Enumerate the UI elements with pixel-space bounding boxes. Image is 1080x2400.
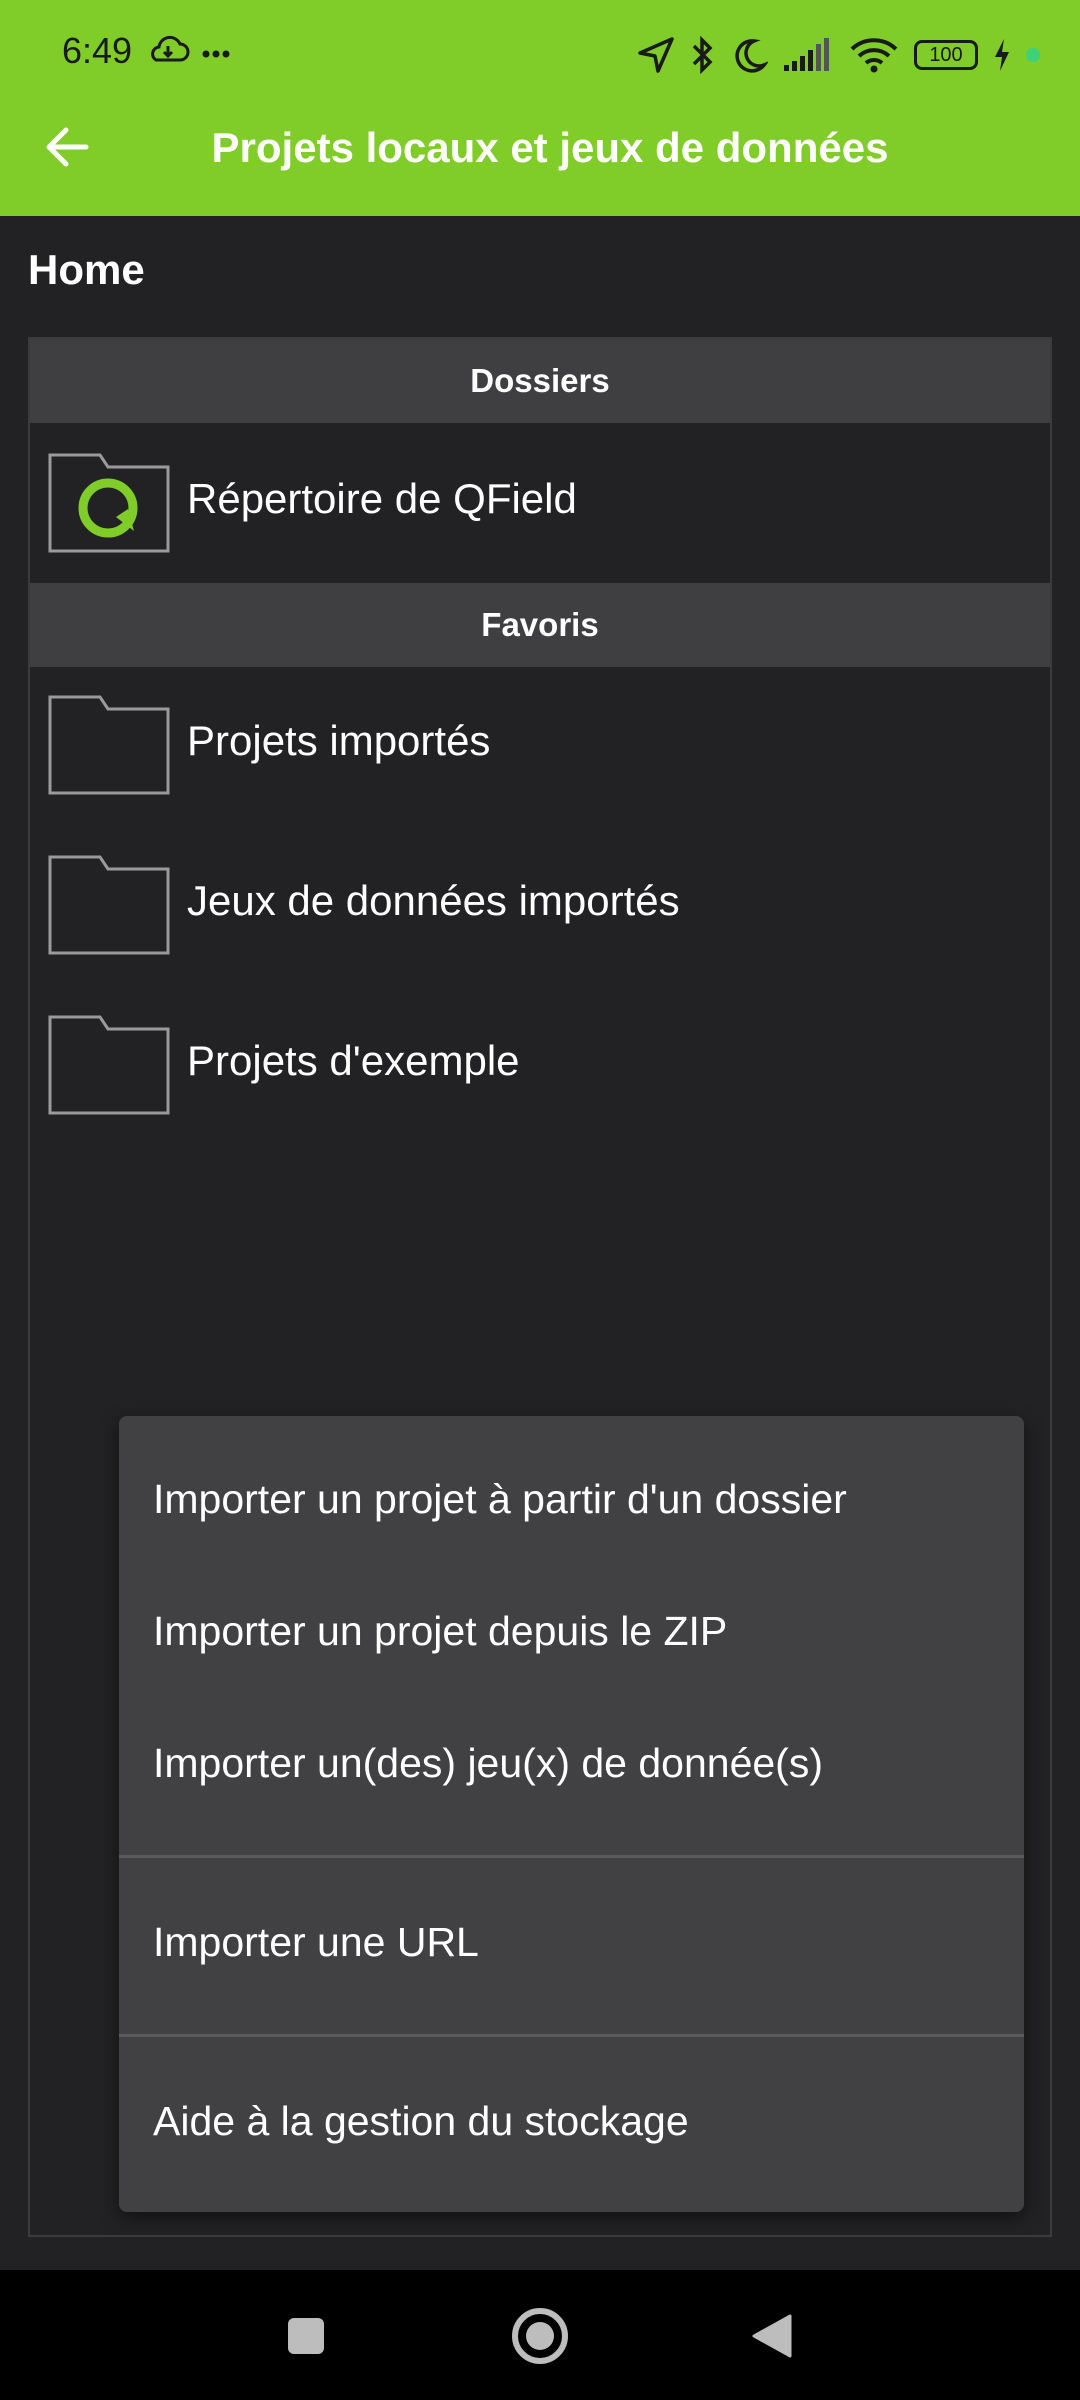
- section-header-folders: Dossiers: [30, 339, 1050, 423]
- status-bar: 6:49 100: [0, 0, 1080, 110]
- charging-icon: [995, 39, 1009, 71]
- signal-icon: [784, 38, 829, 71]
- menu-item-import-url[interactable]: Importer une URL: [153, 1919, 479, 1966]
- menu-item-import-folder[interactable]: Importer un projet à partir d'un dossier: [153, 1476, 847, 1523]
- wifi-icon: [850, 38, 898, 73]
- battery-icon: 100: [914, 40, 978, 70]
- qfield-folder-icon: [48, 453, 170, 553]
- list-item-label: Répertoire de QField: [187, 475, 577, 522]
- list-item-label: Projets d'exemple: [187, 1037, 520, 1084]
- top-app-bar: 6:49 100 Projets locaux et jeux de donné…: [0, 0, 1080, 216]
- back-triangle-icon[interactable]: [750, 2312, 794, 2360]
- list-item-imported-projects[interactable]: Projets importés: [30, 665, 1050, 825]
- bluetooth-icon: [692, 35, 713, 75]
- location-icon: [638, 37, 674, 73]
- page-title: Projets locaux et jeux de données: [211, 124, 889, 171]
- status-right-icons: 100: [636, 30, 1040, 80]
- system-nav-bar: [0, 2270, 1080, 2400]
- menu-item-storage-help[interactable]: Aide à la gestion du stockage: [153, 2098, 689, 2145]
- home-circle-icon[interactable]: [510, 2306, 570, 2366]
- battery-level: 100: [929, 44, 963, 66]
- list-item-sample-projects[interactable]: Projets d'exemple: [30, 985, 1050, 1145]
- section-header-favorites: Favoris: [30, 583, 1050, 667]
- moon-icon: [735, 39, 768, 73]
- status-left-icons: [150, 32, 230, 77]
- breadcrumb[interactable]: Home: [28, 246, 145, 294]
- status-time: 6:49: [62, 30, 133, 71]
- folder-icon: [48, 695, 170, 795]
- list-item-imported-datasets[interactable]: Jeux de données importés: [30, 825, 1050, 985]
- menu-item-import-zip[interactable]: Importer un projet depuis le ZIP: [153, 1608, 727, 1655]
- menu-divider: [119, 1855, 1024, 1858]
- more-dots-icon: [202, 50, 230, 58]
- folder-icon: [48, 855, 170, 955]
- list-item-label: Projets importés: [187, 717, 491, 764]
- recents-square-icon[interactable]: [286, 2316, 326, 2356]
- menu-divider: [119, 2034, 1024, 2037]
- import-popup-menu: Importer un projet à partir d'un dossier…: [119, 1416, 1024, 2212]
- charging-dot: [1026, 48, 1040, 62]
- folder-icon: [48, 1015, 170, 1115]
- cloud-download-icon: [151, 35, 190, 62]
- menu-item-import-datasets[interactable]: Importer un(des) jeu(x) de donnée(s): [153, 1740, 823, 1787]
- list-item-qfield-directory[interactable]: Répertoire de QField: [30, 423, 1050, 583]
- list-item-label: Jeux de données importés: [187, 877, 680, 924]
